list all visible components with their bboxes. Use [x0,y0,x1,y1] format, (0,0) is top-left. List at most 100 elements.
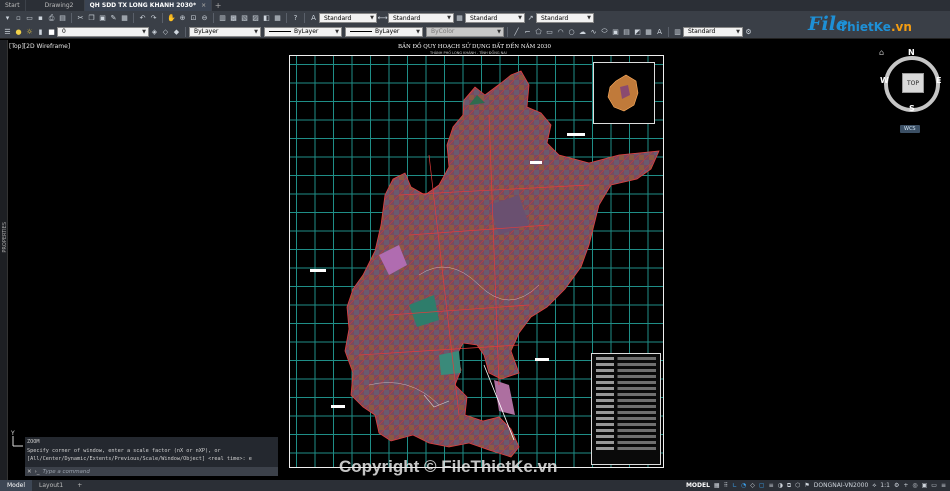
circle-icon[interactable]: ○ [567,27,576,36]
properties-palette-tab[interactable]: PROPERTIES [2,222,8,253]
tab-drawing2-label: Drawing2 [44,2,74,9]
gear-icon[interactable]: ⚙ [894,482,899,489]
map-title: BẢN ĐỒ QUY HOẠCH SỬ DỤNG ĐẤT ĐẾN NĂM 203… [398,44,551,50]
isolate-icon[interactable]: ◎ [912,482,917,489]
ortho-icon[interactable]: ∟ [732,482,737,489]
quickcalc-icon[interactable]: ▦ [273,14,282,23]
viewport-controls[interactable]: [Top][2D Wireframe] [9,43,70,50]
zoom-realtime-icon[interactable]: ⊕ [178,14,187,23]
line-icon[interactable]: ╱ [512,27,521,36]
design-center-icon[interactable]: ▩ [229,14,238,23]
wcs-menu[interactable]: WCS [900,125,920,133]
properties-icon[interactable]: ▥ [218,14,227,23]
model-space-button[interactable]: MODEL [686,482,710,489]
layer-iso-icon[interactable]: ◆ [172,27,181,36]
zoom-previous-icon[interactable]: ⊖ [200,14,209,23]
plot-icon[interactable]: ⎙ [47,14,56,23]
hatch-icon[interactable]: ▤ [622,27,631,36]
table-style-dropdown[interactable]: Standard ▼ [465,13,525,23]
layer-dropdown[interactable]: 0 ▼ [57,26,149,37]
make-current-icon[interactable]: ◈ [150,27,159,36]
settings-icon[interactable]: ⚙ [744,27,753,36]
hardware-acceleration-icon[interactable]: ▣ [922,482,928,489]
tab-layout1[interactable]: Layout1 [32,480,70,491]
tab-start[interactable]: Start [0,0,26,11]
compass-east[interactable]: E [936,76,941,85]
cut-icon[interactable]: ✂ [76,14,85,23]
compass-south[interactable]: S [909,104,915,113]
match-properties-icon[interactable]: ✎ [109,14,118,23]
revcloud-icon[interactable]: ☁ [578,27,587,36]
help-icon[interactable]: ? [291,14,300,23]
osnap-icon[interactable]: ▢ [759,482,765,489]
paste-icon[interactable]: ▣ [98,14,107,23]
dim-style-dropdown[interactable]: Standard ▼ [388,13,454,23]
tool-palettes-icon[interactable]: ▧ [240,14,249,23]
lineweight-icon[interactable]: ≡ [769,482,774,489]
sheet-set-icon[interactable]: ▨ [251,14,260,23]
annotation-scale-icon[interactable]: ⟡ [872,482,876,490]
polar-icon[interactable]: ◔ [741,482,746,489]
arc-icon[interactable]: ◠ [556,27,565,36]
layer-state-icon[interactable]: ☰ [3,27,12,36]
customize-menu-icon[interactable]: ≡ [941,482,946,489]
isodraft-icon[interactable]: ◇ [750,482,755,489]
close-tab-icon[interactable]: × [201,2,206,9]
save-icon[interactable]: ▪ [36,14,45,23]
home-icon[interactable]: ⌂ [879,48,884,57]
compass-west[interactable]: W [880,76,889,85]
close-command-icon[interactable]: ✕ [27,469,32,475]
command-input[interactable]: Type a command [43,469,90,475]
layer-previous-icon[interactable]: ◇ [161,27,170,36]
mtext-icon[interactable]: A [655,27,664,36]
tab-model[interactable]: Model [0,480,33,491]
markup-icon[interactable]: ◧ [262,14,271,23]
transparency-icon[interactable]: ◑ [778,482,783,489]
sun-icon[interactable]: ☼ [25,27,34,36]
coordinate-system-label[interactable]: DONGNAI-VN2000 [814,482,869,489]
new-icon[interactable]: ▫ [14,14,23,23]
logo-thietke: ThietKe [839,20,891,34]
viewcube[interactable]: ⌂ TOP N S E W [878,48,946,120]
polygon-icon[interactable]: ⬠ [534,27,543,36]
insert-block-icon[interactable]: ▣ [611,27,620,36]
redo-icon[interactable]: ↷ [149,14,158,23]
add-layout-button[interactable]: + [70,480,89,491]
app-menu-icon[interactable]: ▾ [3,14,12,23]
rectangle-icon[interactable]: ▭ [545,27,554,36]
linetype-dropdown[interactable]: ByLayer ▼ [264,26,342,37]
viewcube-top-face[interactable]: TOP [902,73,924,93]
command-line[interactable]: ✕ ›_ Type a command [25,467,278,476]
block-icon[interactable]: ▦ [120,14,129,23]
tab-active-drawing[interactable]: QH SDD TX LONG KHANH 2030* × [84,0,213,11]
lineweight-dropdown[interactable]: ByLayer ▼ [345,26,423,37]
text-style-dropdown[interactable]: Standard ▼ [319,13,377,23]
3dosnap-icon[interactable]: ⬡ [795,482,800,489]
open-icon[interactable]: ▭ [25,14,34,23]
divider [185,26,186,37]
lock-icon[interactable]: ▮ [36,27,45,36]
ellipse-icon[interactable]: ⬭ [600,27,609,36]
tab-drawing2[interactable]: Drawing2 [26,0,85,11]
preview-icon[interactable]: ▤ [58,14,67,23]
table-icon[interactable]: ▦ [644,27,653,36]
clean-screen-icon[interactable]: ▭ [931,482,937,489]
color-dropdown[interactable]: ByLayer ▼ [189,26,261,37]
lightbulb-icon[interactable]: ● [14,27,23,36]
pan-icon[interactable]: ✋ [167,14,176,23]
snap-icon[interactable]: ⠿ [724,482,728,489]
region-icon[interactable]: ◩ [633,27,642,36]
zoom-window-icon[interactable]: ⊡ [189,14,198,23]
plus-icon[interactable]: + [903,482,908,489]
new-tab-button[interactable]: + [212,0,224,11]
mleader-style-dropdown[interactable]: Standard ▼ [536,13,594,23]
copy-icon[interactable]: ❐ [87,14,96,23]
compass-north[interactable]: N [908,48,915,57]
spline-icon[interactable]: ∿ [589,27,598,36]
grid-icon[interactable]: ▦ [714,482,720,489]
plot-style-dropdown[interactable]: Standard ▼ [683,26,743,37]
annotation-scale-value[interactable]: 1:1 [880,482,890,489]
selection-cycling-icon[interactable]: ⧉ [787,482,791,490]
undo-icon[interactable]: ↶ [138,14,147,23]
polyline-icon[interactable]: ⌐ [523,27,532,36]
